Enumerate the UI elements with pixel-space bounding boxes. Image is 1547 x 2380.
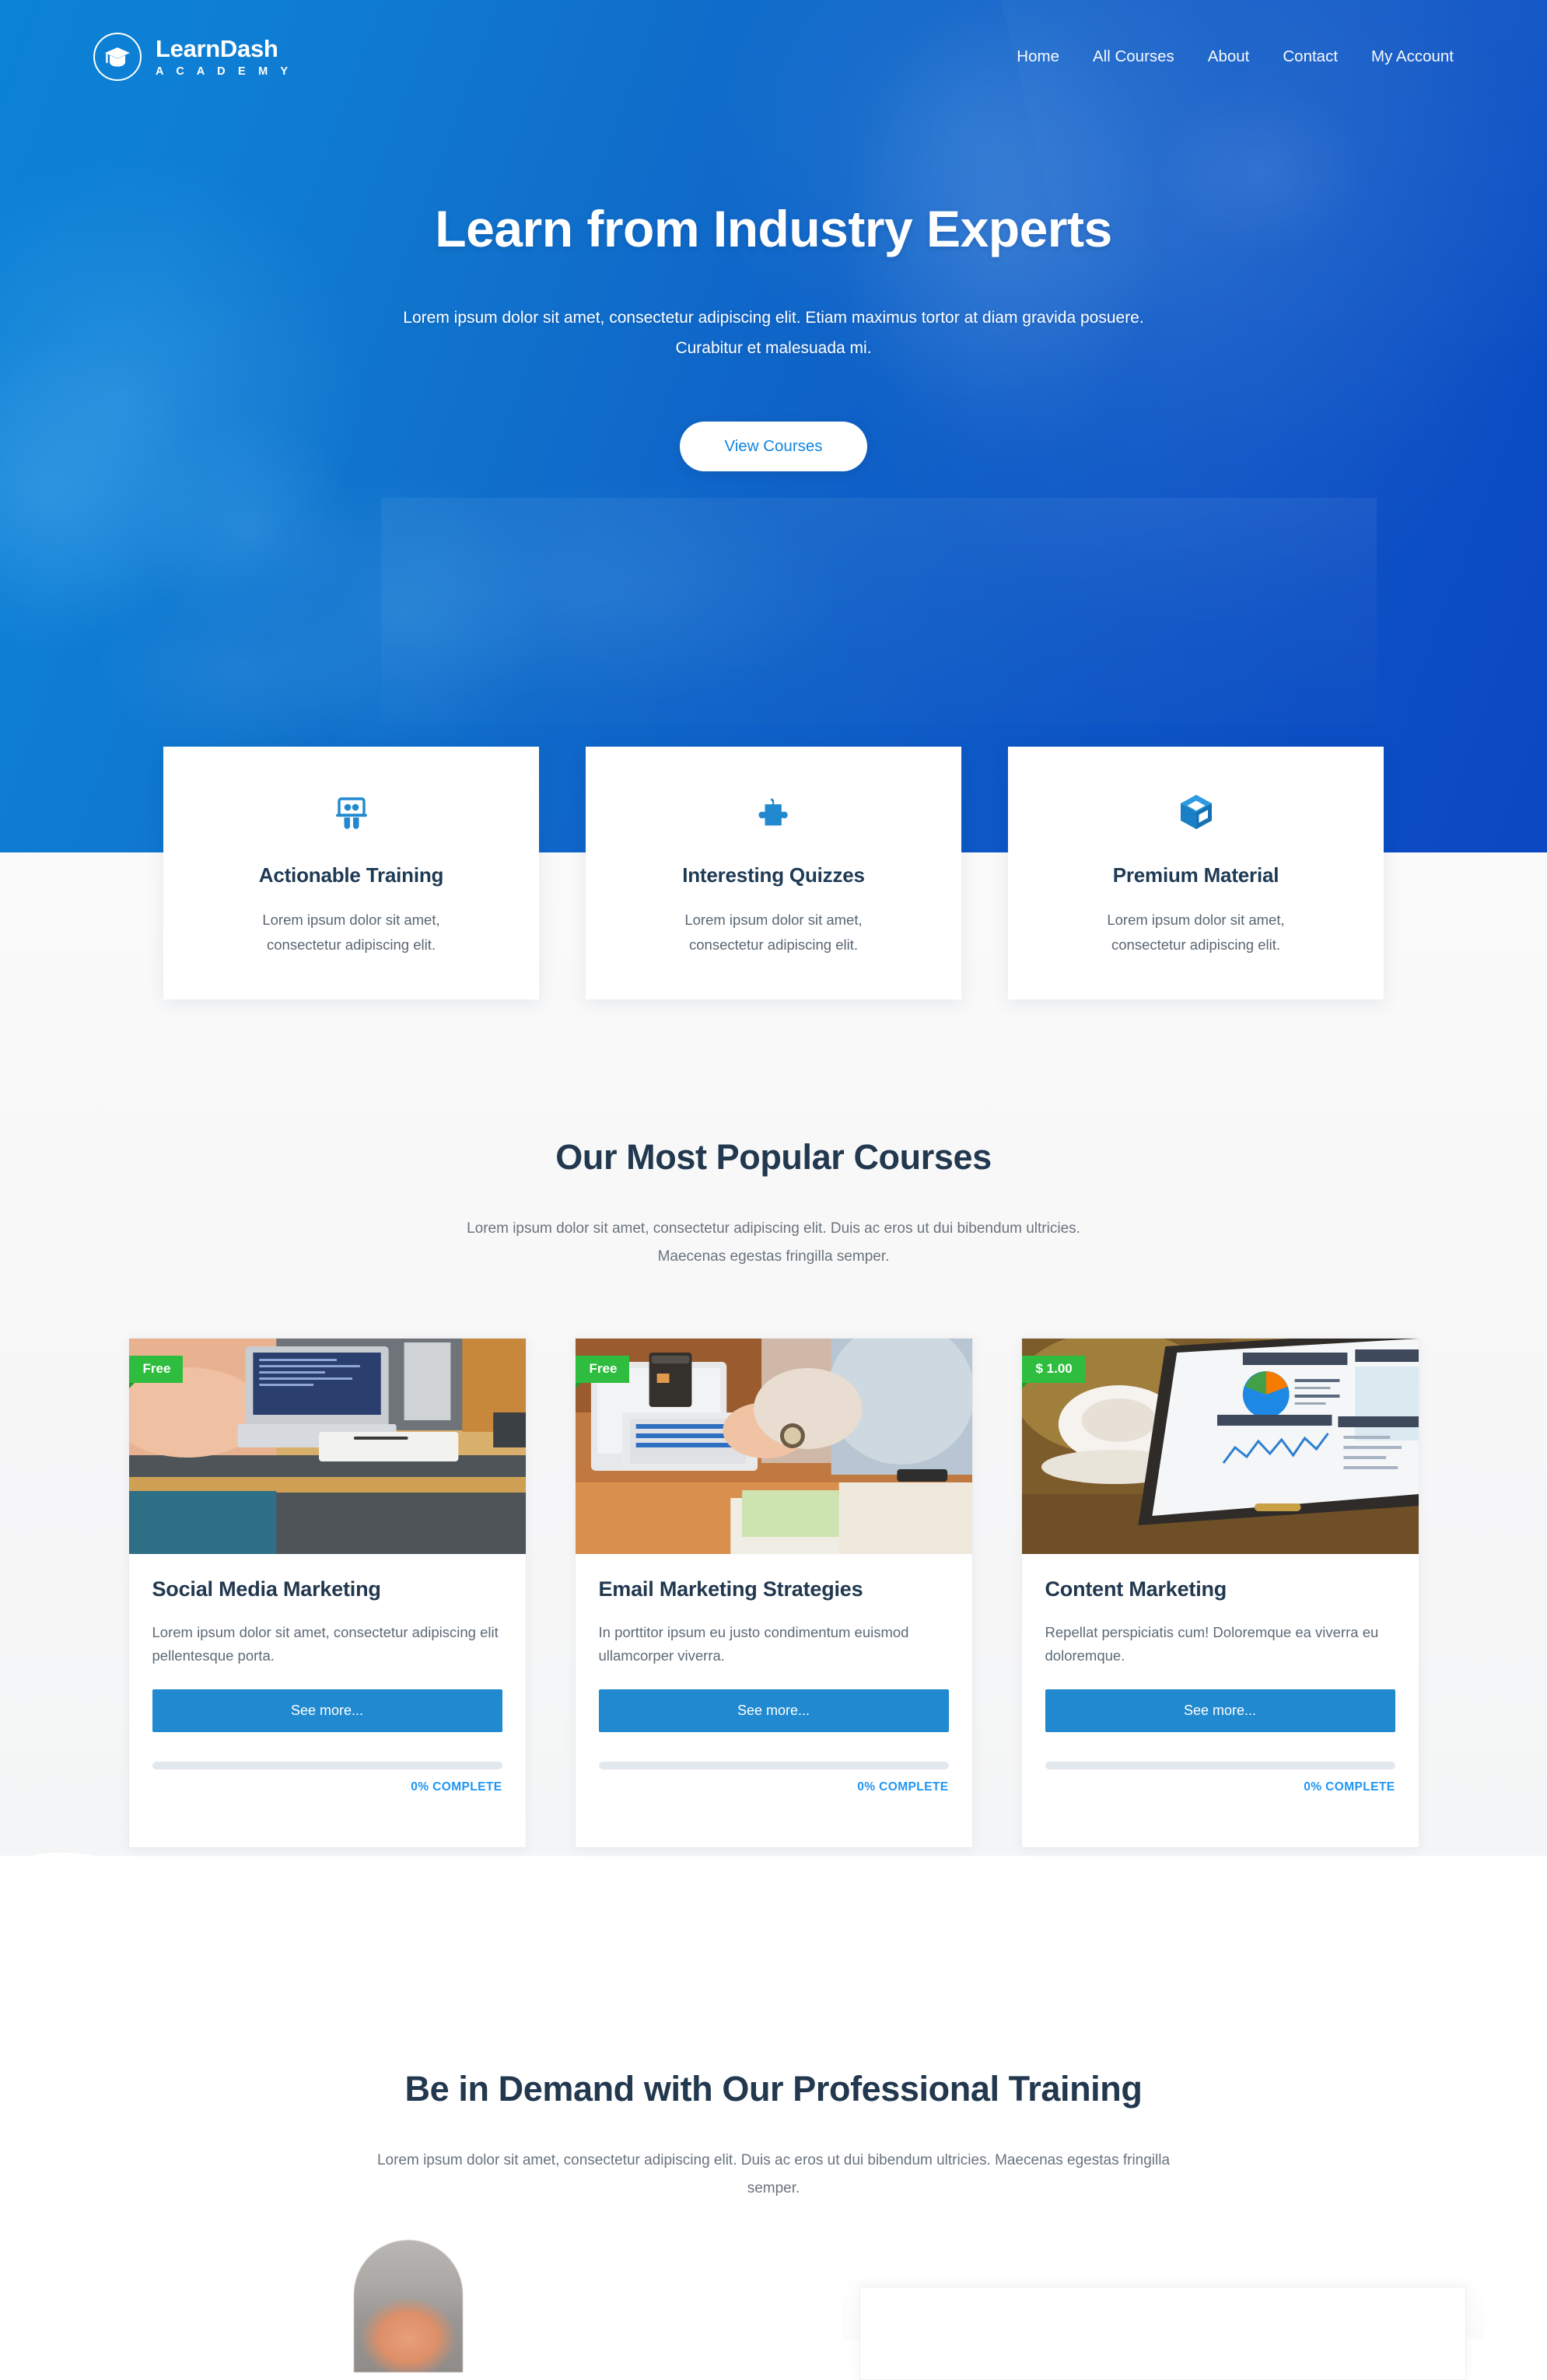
course-badge: Free (128, 1355, 184, 1388)
progress-label: 0% COMPLETE (1304, 1780, 1395, 1794)
feature-card-actionable-training: Actionable Training Lorem ipsum dolor si… (163, 747, 539, 999)
training-title: Be in Demand with Our Professional Train… (404, 2069, 1143, 2109)
course-card-footer (576, 1794, 972, 1847)
cube-box-icon (1178, 787, 1214, 837)
course-thumbnail: $ 1.00 (1021, 1338, 1419, 1554)
hero-subtitle-line2: Curabitur et malesuada mi. (675, 338, 872, 357)
course-description: Repellat perspiciatis cum! Doloremque ea… (1045, 1623, 1379, 1664)
course-description: Lorem ipsum dolor sit amet, consectetur … (152, 1623, 499, 1664)
see-more-button[interactable]: See more... (1045, 1689, 1395, 1732)
hero-cta-wrapper: View Courses (0, 421, 1547, 471)
hero-light-band (381, 498, 1377, 723)
section-title: Our Most Popular Courses (555, 1137, 992, 1177)
progress-bar-track (1045, 1761, 1395, 1769)
course-title: Email Marketing Strategies (598, 1577, 863, 1601)
course-progress: 0% COMPLETE (576, 1761, 972, 1794)
course-badge: Free (575, 1355, 630, 1388)
feature-desc-line2: consectetur adipiscing elit. (267, 936, 436, 954)
feature-desc-line2: consectetur adipiscing elit. (689, 936, 858, 954)
see-more-button[interactable]: See more... (152, 1689, 502, 1732)
brand-logo[interactable]: LearnDash A C A D E M Y (93, 33, 292, 81)
feature-card-interesting-quizzes: Interesting Quizzes Lorem ipsum dolor si… (586, 747, 961, 999)
course-card[interactable]: $ 1.00 Content Marketing Repellat perspi… (1020, 1337, 1419, 1848)
see-more-button[interactable]: See more... (598, 1689, 949, 1732)
feature-title: Interesting Quizzes (682, 863, 865, 887)
course-body: Social Media Marketing Lorem ipsum dolor… (129, 1554, 526, 1732)
brand-name: LearnDash (156, 34, 278, 62)
training-subtitle: Lorem ipsum dolor sit amet, consectetur … (376, 2152, 1171, 2197)
feature-description: Lorem ipsum dolor sit amet, consectetur … (684, 908, 862, 958)
feature-description: Lorem ipsum dolor sit amet, consectetur … (262, 908, 439, 958)
feature-title: Premium Material (1112, 863, 1279, 887)
course-description: In porttitor ipsum eu justo condimentum … (598, 1623, 909, 1664)
course-card[interactable]: Free Social Media Marketing Lorem ipsum … (128, 1337, 527, 1848)
trainer-portrait (354, 2240, 463, 2372)
nav-item-about[interactable]: About (1208, 47, 1250, 66)
section-subtitle: Lorem ipsum dolor sit amet, consectetur … (467, 1220, 1080, 1265)
puzzle-piece-icon (757, 787, 791, 837)
popular-courses-heading: Our Most Popular Courses Lorem ipsum dol… (0, 1137, 1547, 1272)
hero-title: Learn from Industry Experts (435, 200, 1112, 257)
nav-item-home[interactable]: Home (1017, 47, 1059, 66)
brand-subtitle: A C A D E M Y (156, 65, 293, 78)
graduation-cap-icon (93, 33, 142, 81)
progress-label: 0% COMPLETE (411, 1780, 502, 1794)
view-courses-button[interactable]: View Courses (680, 421, 867, 471)
course-progress: 0% COMPLETE (1022, 1761, 1419, 1794)
hero-subtitle-line1: Lorem ipsum dolor sit amet, consectetur … (403, 309, 1144, 327)
nav-item-contact[interactable]: Contact (1283, 47, 1338, 66)
nav-item-my-account[interactable]: My Account (1371, 47, 1454, 66)
course-body: Content Marketing Repellat perspiciatis … (1022, 1554, 1419, 1732)
course-body: Email Marketing Strategies In porttitor … (576, 1554, 972, 1732)
feature-desc-line1: Lorem ipsum dolor sit amet, (684, 912, 863, 928)
feature-desc-line1: Lorem ipsum dolor sit amet, (1107, 912, 1285, 928)
course-progress: 0% COMPLETE (129, 1761, 526, 1794)
hero-content: Learn from Industry Experts Lorem ipsum … (0, 199, 1547, 471)
training-presentation-icon (334, 787, 369, 837)
main-navigation: Home All Courses About Contact My Accoun… (1017, 47, 1454, 66)
course-card-footer (1022, 1794, 1419, 1847)
feature-desc-line2: consectetur adipiscing elit. (1111, 936, 1280, 954)
feature-card-premium-material: Premium Material Lorem ipsum dolor sit a… (1008, 747, 1384, 999)
feature-title: Actionable Training (258, 863, 444, 887)
progress-bar-track (152, 1761, 502, 1769)
course-title: Social Media Marketing (152, 1577, 381, 1601)
course-badge: $ 1.00 (1021, 1355, 1085, 1388)
feature-description: Lorem ipsum dolor sit amet, consectetur … (1107, 908, 1284, 958)
nav-item-all-courses[interactable]: All Courses (1093, 47, 1174, 66)
feature-cards: Actionable Training Lorem ipsum dolor si… (0, 747, 1547, 999)
testimonial-card (859, 2287, 1466, 2380)
course-card[interactable]: Free Email Marketing Strategies In portt… (574, 1337, 973, 1848)
progress-bar-track (598, 1761, 949, 1769)
course-thumbnail: Free (575, 1338, 972, 1554)
feature-desc-line1: Lorem ipsum dolor sit amet, (262, 912, 440, 928)
course-thumbnail: Free (128, 1338, 526, 1554)
hero-section: LearnDash A C A D E M Y Home All Courses… (0, 0, 1547, 852)
popular-courses-section: Our Most Popular Courses Lorem ipsum dol… (0, 852, 1547, 1856)
progress-label: 0% COMPLETE (857, 1780, 949, 1794)
course-title: Content Marketing (1045, 1577, 1227, 1601)
course-card-grid: Free Social Media Marketing Lorem ipsum … (0, 1337, 1547, 1848)
hero-subtitle: Lorem ipsum dolor sit amet, consectetur … (362, 303, 1186, 364)
course-card-footer (129, 1794, 526, 1847)
site-header: LearnDash A C A D E M Y Home All Courses… (0, 0, 1547, 114)
